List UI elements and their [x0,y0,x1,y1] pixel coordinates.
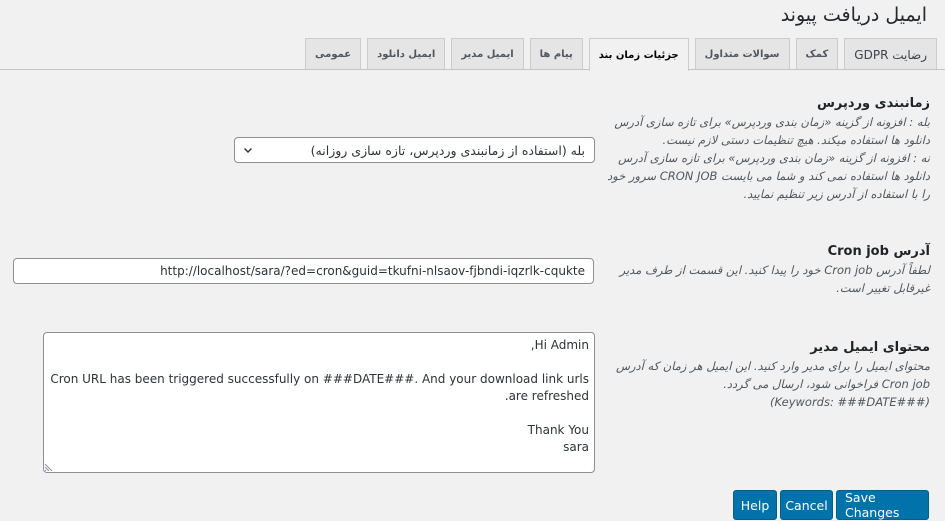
cancel-button[interactable]: Cancel [780,490,833,520]
tab-general[interactable]: عمومی [305,38,362,70]
tab-bar: عمومی ایمیل دانلود ایمیل مدیر پیام ها جز… [305,38,937,71]
email-line: Hi Admin, [530,338,589,352]
scheduler-description-text: بله : افزونه از گزینه «زمان بندی وردپرس»… [607,115,930,201]
chevron-down-icon [244,148,252,153]
scheduler-title: زمانبندی وردپرس [816,96,930,111]
email-line: sara [563,440,589,454]
cron-url-input[interactable] [13,258,594,284]
email-line [49,405,589,422]
email-line: Thank You [527,423,589,437]
scheduler-select-value: بله (استفاده از زمانبندی وردپرس، تازه سا… [310,142,585,158]
page-title: ایمیل دریافت پیوند [780,4,927,26]
save-changes-button[interactable]: Save Changes [836,490,929,520]
tab-admin-email[interactable]: ایمیل مدیر [451,38,524,70]
admin-email-description: محتوای ایمیل را برای مدیر وارد کنید. این… [600,357,930,411]
help-button[interactable]: Help [733,490,777,520]
tab-gdpr[interactable]: رضایت GDPR [844,38,937,70]
tab-help[interactable]: کمک [795,38,839,70]
email-line [49,354,589,371]
scheduler-select[interactable]: بله (استفاده از زمانبندی وردپرس، تازه سا… [234,137,595,163]
tab-scheduler-details[interactable]: جزئیات زمان بند [588,38,689,71]
tab-download-email[interactable]: ایمیل دانلود [367,38,446,70]
scheduler-description: بله : افزونه از گزینه «زمان بندی وردپرس»… [600,113,930,203]
tab-messages[interactable]: پیام ها [529,38,583,70]
cron-title: آدرس Cron job [827,244,930,259]
tabs-divider [0,69,945,70]
admin-email-title: محتوای ایمیل مدیر [810,340,930,355]
resize-grip-icon[interactable] [45,462,54,471]
cron-description: لطفاً آدرس Cron job خود را پیدا کنید. ای… [619,263,930,295]
email-line: Cron URL has been triggered successfully… [50,372,589,403]
admin-email-content-textarea[interactable]: Hi Admin, Cron URL has been triggered su… [43,332,595,473]
admin-email-description-text: محتوای ایمیل را برای مدیر وارد کنید. این… [615,359,930,409]
tab-faq[interactable]: سوالات متداول [694,38,790,70]
